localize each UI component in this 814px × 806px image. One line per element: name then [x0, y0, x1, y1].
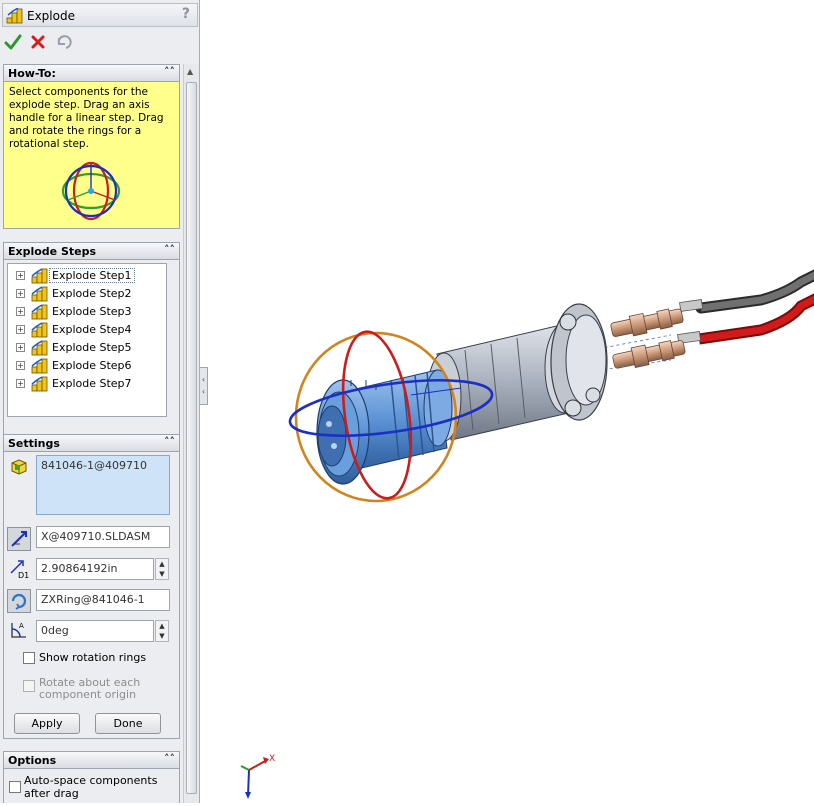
explode-icon — [6, 7, 24, 27]
explode-step-row[interactable]: + Explode Step1 — [8, 267, 166, 285]
explode-step-row[interactable]: + Explode Step2 — [8, 285, 166, 303]
rotation-axis-value: ZXRing@841046-1 — [41, 593, 145, 606]
connector-body[interactable] — [426, 303, 608, 442]
expand-icon[interactable]: + — [16, 271, 25, 280]
expand-icon[interactable]: + — [16, 307, 25, 316]
explode-direction-value: X@409710.SLDASM — [41, 530, 151, 543]
rotation-gizmo-icon — [60, 160, 122, 226]
cancel-button[interactable] — [29, 33, 47, 51]
distance-icon: D1 — [8, 557, 32, 581]
close-icon — [31, 35, 45, 49]
howto-group: How-To: ˄˄ Select components for the exp… — [3, 64, 180, 230]
expand-icon[interactable]: + — [16, 379, 25, 388]
property-manager-scrollbar[interactable]: ▲ — [183, 64, 199, 803]
explode-steps-group: Explode Steps ˄˄ + Explode Step1 + Explode … — [3, 242, 180, 435]
apply-button[interactable]: Apply — [14, 713, 80, 734]
svg-text:A: A — [19, 622, 24, 630]
collapse-icon[interactable]: ˄˄ — [164, 243, 175, 256]
coordinate-triad: X — [240, 754, 275, 799]
auto-space-label: Auto-space components after drag — [24, 774, 158, 800]
explode-steps-heading: Explode Steps — [8, 245, 97, 258]
explode-steps-body: + Explode Step1 + Explode Step2 + Explode Ste… — [3, 260, 180, 435]
undo-button[interactable] — [54, 33, 72, 51]
explode-step-row[interactable]: + Explode Step3 — [8, 303, 166, 321]
undo-icon — [57, 35, 72, 49]
howto-body: Select components for the explode step. … — [3, 82, 180, 229]
assembly-model[interactable]: X — [201, 0, 814, 803]
settings-header[interactable]: Settings ˄˄ — [3, 434, 180, 452]
collapse-icon[interactable]: ˄˄ — [164, 752, 175, 765]
explode-steps-header[interactable]: Explode Steps ˄˄ — [3, 242, 180, 260]
components-selection-box[interactable]: 841046-1@409710 — [36, 455, 170, 515]
explode-step-label: Explode Step7 — [52, 377, 132, 390]
show-rotation-rings-label: Show rotation rings — [39, 651, 147, 664]
settings-body: 841046-1@409710 X@409710.SLDASM D1 2.908… — [3, 452, 180, 739]
expand-icon[interactable]: + — [16, 361, 25, 370]
explode-step-row[interactable]: + Explode Step4 — [8, 321, 166, 339]
explode-step-label: Explode Step5 — [52, 341, 132, 354]
options-header[interactable]: Options ˄˄ — [3, 751, 180, 769]
rotation-axis-icon[interactable] — [7, 589, 31, 613]
settings-group: Settings ˄˄ 841046-1@409710 X@409710.SLD… — [3, 434, 180, 740]
triad-x-label: X — [269, 754, 275, 764]
explode-direction-field[interactable]: X@409710.SLDASM — [36, 526, 170, 548]
property-manager-title: Explode — [27, 9, 75, 23]
expand-icon[interactable]: + — [16, 325, 25, 334]
expand-icon[interactable]: + — [16, 289, 25, 298]
options-heading: Options — [8, 754, 57, 767]
howto-header[interactable]: How-To: ˄˄ — [3, 64, 180, 82]
explode-step-label: Explode Step3 — [52, 305, 132, 318]
settings-heading: Settings — [8, 437, 60, 450]
explode-step-label: Explode Step2 — [52, 287, 132, 300]
explode-property-manager: Explode ? How-To: ˄˄ Select components f… — [0, 0, 200, 803]
ok-button[interactable] — [4, 33, 22, 51]
rotation-axis-field[interactable]: ZXRing@841046-1 — [36, 589, 170, 611]
auto-space-checkbox[interactable] — [9, 781, 21, 793]
collapse-icon[interactable]: ˄˄ — [164, 65, 175, 78]
rotation-angle-value: 0deg — [41, 624, 69, 637]
rotate-about-origin-label: Rotate about each component origin — [39, 676, 141, 701]
coupling-nut[interactable] — [316, 369, 453, 485]
angle-spinner[interactable]: ▲ ▼ — [155, 620, 169, 642]
angle-icon: A — [8, 619, 32, 643]
explode-step-icon — [31, 376, 49, 395]
howto-heading: How-To: — [8, 67, 56, 80]
explode-distance-field[interactable]: 2.90864192in — [36, 558, 154, 580]
explode-step-row[interactable]: + Explode Step7 — [8, 375, 166, 393]
wires[interactable] — [677, 269, 814, 345]
direction-icon[interactable] — [7, 527, 31, 551]
svg-text:D1: D1 — [18, 571, 29, 579]
distance-spinner[interactable]: ▲ ▼ — [155, 558, 169, 580]
explode-step-row[interactable]: + Explode Step5 — [8, 339, 166, 357]
help-icon[interactable]: ? — [182, 6, 190, 22]
check-icon — [4, 34, 22, 50]
property-manager-header: Explode ? — [2, 3, 198, 27]
selected-component: 841046-1@409710 — [41, 459, 147, 472]
explode-step-label: Explode Step4 — [52, 323, 132, 336]
options-body: Auto-space components after drag — [3, 769, 180, 803]
graphics-viewport[interactable]: X — [201, 0, 814, 803]
explode-steps-tree[interactable]: + Explode Step1 + Explode Step2 + Explode Ste… — [7, 263, 167, 417]
rotation-angle-field[interactable]: 0deg — [36, 620, 154, 642]
component-selection-icon — [9, 457, 33, 481]
show-rotation-rings-checkbox[interactable] — [23, 652, 35, 664]
explode-step-row[interactable]: + Explode Step6 — [8, 357, 166, 375]
explode-step-label: Explode Step1 — [49, 268, 135, 283]
options-group: Options ˄˄ Auto-space components after d… — [3, 751, 180, 803]
scrollbar-thumb[interactable] — [186, 82, 197, 794]
expand-icon[interactable]: + — [16, 343, 25, 352]
done-button[interactable]: Done — [95, 713, 161, 734]
collapse-icon[interactable]: ˄˄ — [164, 435, 175, 448]
scroll-up-icon[interactable]: ▲ — [187, 67, 193, 76]
howto-text: Select components for the explode step. … — [9, 86, 164, 150]
explode-step-label: Explode Step6 — [52, 359, 132, 372]
explode-distance-value: 2.90864192in — [41, 562, 118, 575]
rotate-about-origin-checkbox[interactable] — [23, 680, 35, 692]
